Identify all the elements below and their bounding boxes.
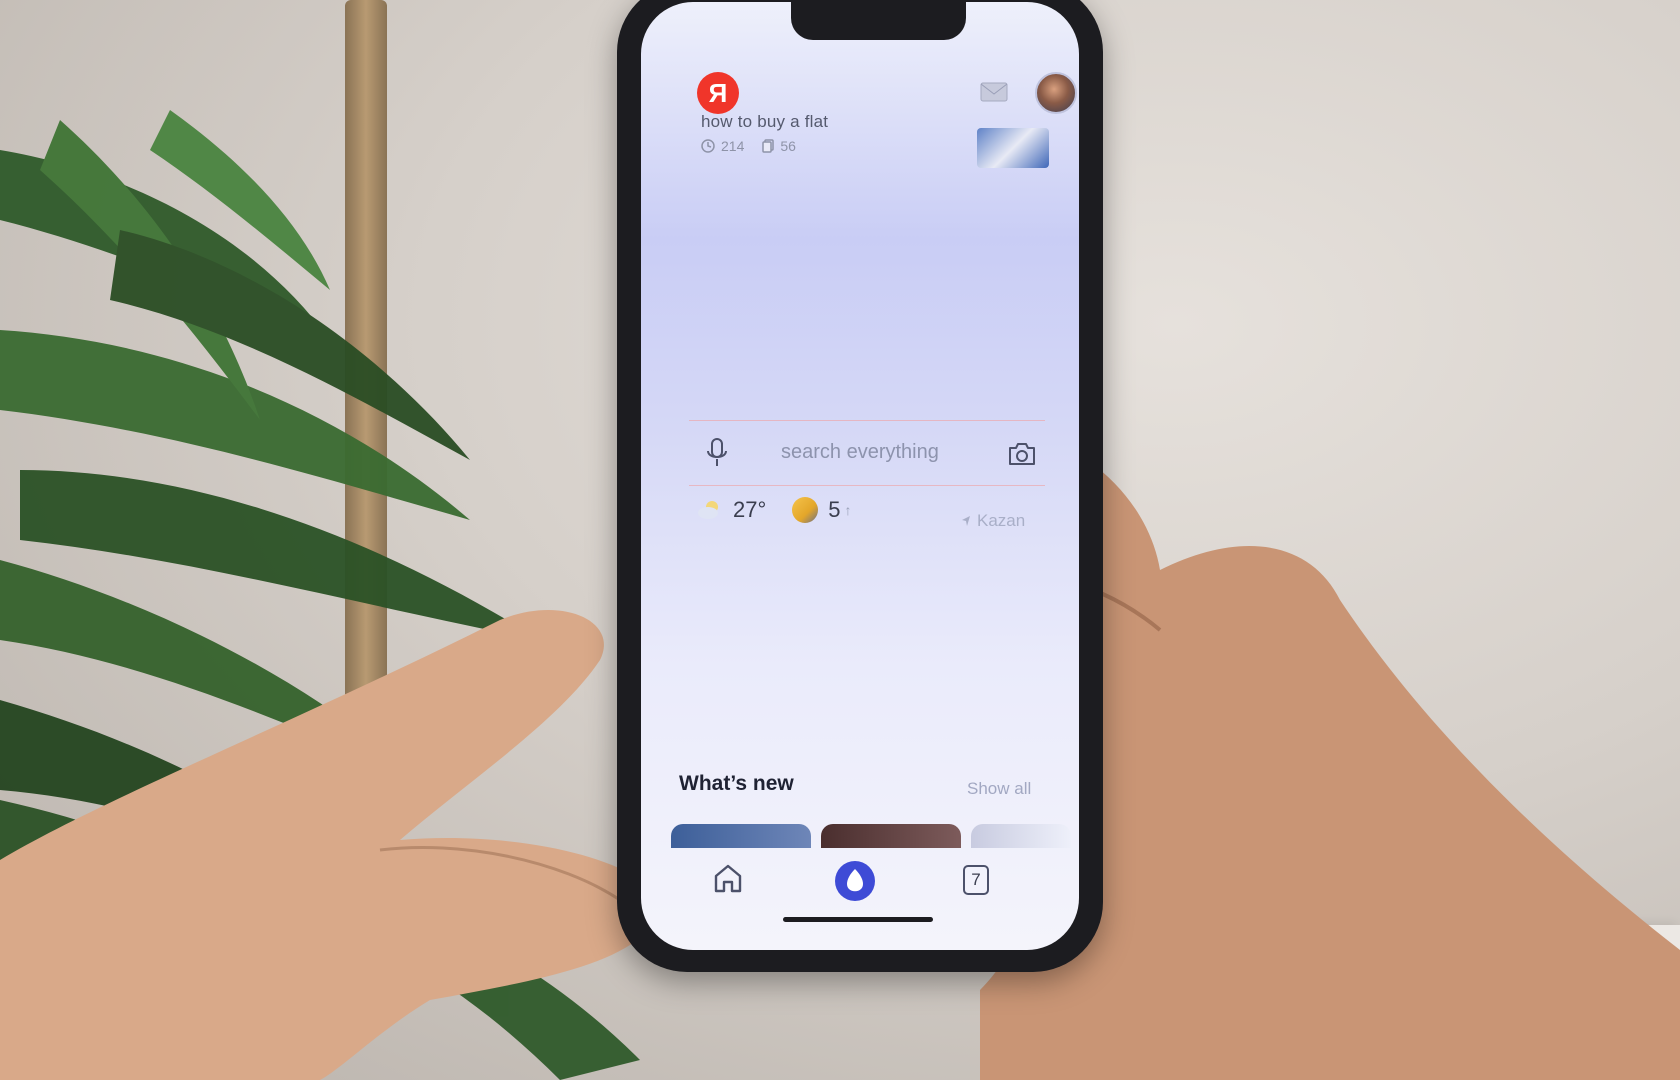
location[interactable]: Kazan [961,511,1025,531]
whats-new-cards [671,824,1079,848]
city-name: Kazan [977,511,1026,530]
notch [791,2,966,40]
article-title[interactable]: how to buy a flat [701,112,828,132]
temperature: 27° [733,497,767,522]
index-arrow: ↑ [844,502,852,518]
show-all-link[interactable]: Show all [967,779,1031,799]
search-bar[interactable]: search everything [689,420,1045,486]
mic-icon[interactable] [705,437,729,469]
tabs-icon[interactable]: 7 [963,865,989,895]
clock-icon [701,139,715,153]
article-thumbnail[interactable] [977,128,1049,168]
photo-scene: Я how to buy a flat 214 56 search everyt… [0,0,1680,1080]
copies-count: 56 [780,138,796,154]
weather-widget[interactable]: 27° 5 ↑ [697,497,852,523]
mail-icon[interactable] [980,82,1008,102]
weather-icon [698,501,718,519]
search-input[interactable]: search everything [781,441,939,464]
aqi-icon [792,497,819,523]
article-meta: 214 56 [701,138,796,154]
camera-icon[interactable] [1007,441,1037,467]
home-icon[interactable] [711,861,745,895]
left-hand [0,609,660,1080]
phone-screen: Я how to buy a flat 214 56 search everyt… [641,2,1079,950]
index-value: 5 [828,497,841,522]
news-card[interactable] [971,824,1071,848]
copy-icon [762,139,775,153]
views-count: 214 [721,138,745,154]
avatar[interactable] [1035,72,1077,114]
news-card[interactable] [671,824,811,848]
bottom-tab-bar: 7 [641,847,1079,927]
copies-stat: 56 [762,138,796,154]
whats-new-title: What’s new [679,772,794,795]
news-card[interactable] [821,824,961,848]
yandex-logo[interactable]: Я [697,72,739,114]
alice-icon[interactable] [833,859,877,903]
location-icon [962,516,970,526]
home-indicator[interactable] [783,917,933,922]
views-stat: 214 [701,138,744,154]
phone: Я how to buy a flat 214 56 search everyt… [617,0,1103,972]
